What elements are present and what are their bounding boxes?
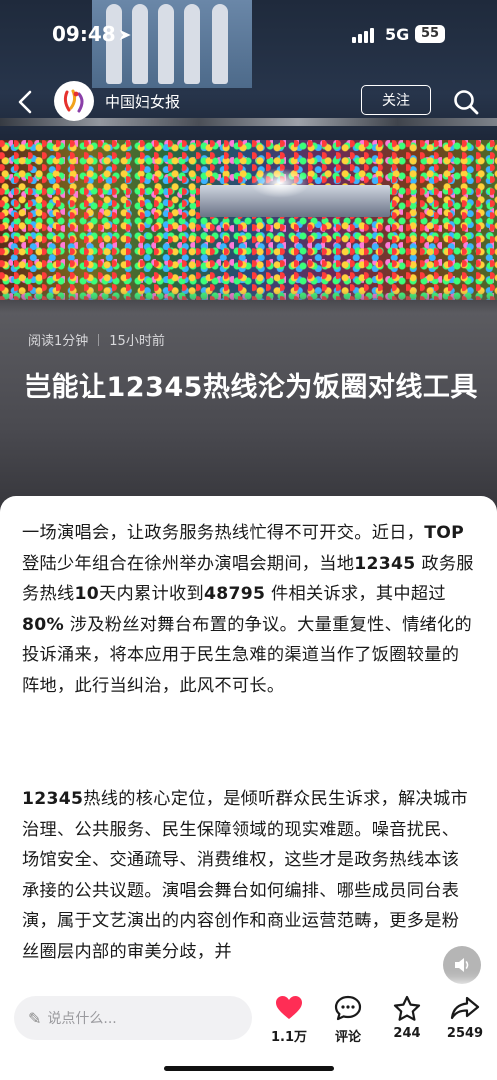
body-text: 热线的核心定位，是倾听群众民生诉求，解决城市治理、公共服务、民生保障领域的现实难… <box>22 789 469 962</box>
publisher-name[interactable]: 中国妇女报 <box>105 91 180 112</box>
pen-icon: ✎ <box>28 1008 42 1028</box>
emphasis-text: TOP <box>424 523 465 543</box>
comment-label: 评论 <box>334 1030 361 1045</box>
meta-divider <box>98 333 100 346</box>
back-icon[interactable] <box>14 86 42 118</box>
comment-icon <box>321 994 375 1022</box>
location-arrow-icon: ➤ <box>118 25 132 44</box>
emphasis-text: 12345 <box>354 553 416 574</box>
article-meta: 阅读1分钟 15小时前 <box>28 330 165 349</box>
crowd-lightsticks <box>0 140 497 300</box>
heart-icon <box>262 994 316 1022</box>
comment-placeholder: 说点什么... <box>47 1011 117 1027</box>
sound-icon[interactable] <box>443 946 481 984</box>
share-button[interactable]: 2549 <box>438 994 492 1041</box>
body-text: 一场演唱会，让政务服务热线忙得不可开交。近日， <box>22 523 425 543</box>
likes-count: 1.1万 <box>270 1030 308 1045</box>
search-icon[interactable] <box>452 88 480 116</box>
clock: 09:48 <box>52 22 116 46</box>
favorites-count: 244 <box>393 1026 421 1041</box>
shares-count: 2549 <box>446 1026 484 1041</box>
comment-button[interactable]: 评论 <box>321 994 375 1045</box>
body-text: 天内累计收到 <box>99 584 204 604</box>
comment-input[interactable]: ✎ 说点什么... <box>14 996 252 1040</box>
star-icon <box>380 994 434 1022</box>
body-text: 件相关诉求，其中超过 <box>265 584 446 604</box>
publisher-logo-icon[interactable] <box>54 81 94 121</box>
top-nav: 中国妇女报 关注 <box>0 80 497 124</box>
status-bar: 09:48 ➤ 5G 55 <box>0 22 497 52</box>
battery-icon: 55 <box>415 25 445 43</box>
read-time: 阅读1分钟 <box>28 334 89 349</box>
emphasis-text: 10 <box>74 584 99 604</box>
emphasis-text: 80% <box>22 614 65 635</box>
body-text: 登陆少年组合在徐州举办演唱会期间，当地 <box>22 553 355 574</box>
favorite-button[interactable]: 244 <box>380 994 434 1041</box>
hero-image <box>0 0 497 520</box>
signal-icon <box>352 28 374 43</box>
like-button[interactable]: 1.1万 <box>262 994 316 1045</box>
home-indicator <box>164 1066 334 1071</box>
share-icon <box>438 994 492 1022</box>
network-type: 5G <box>385 25 410 44</box>
emphasis-text: 12345 <box>22 789 84 809</box>
article-headline: 岂能让12345热线沦为饭圈对线工具 <box>24 372 478 403</box>
body-text: 涉及粉丝对舞台布置的争议。大量重复性、情绪化的投诉涌来，将本应用于民生急难的渠道… <box>22 614 473 696</box>
publish-time: 15小时前 <box>109 334 165 349</box>
paragraph-2: 12345热线的核心定位，是倾听群众民生诉求，解决城市治理、公共服务、民生保障领… <box>22 784 474 967</box>
paragraph-1: 一场演唱会，让政务服务热线忙得不可开交。近日，TOP 登陆少年组合在徐州举办演唱… <box>22 518 474 701</box>
emphasis-text: 48795 <box>203 584 266 604</box>
follow-button[interactable]: 关注 <box>361 85 431 115</box>
